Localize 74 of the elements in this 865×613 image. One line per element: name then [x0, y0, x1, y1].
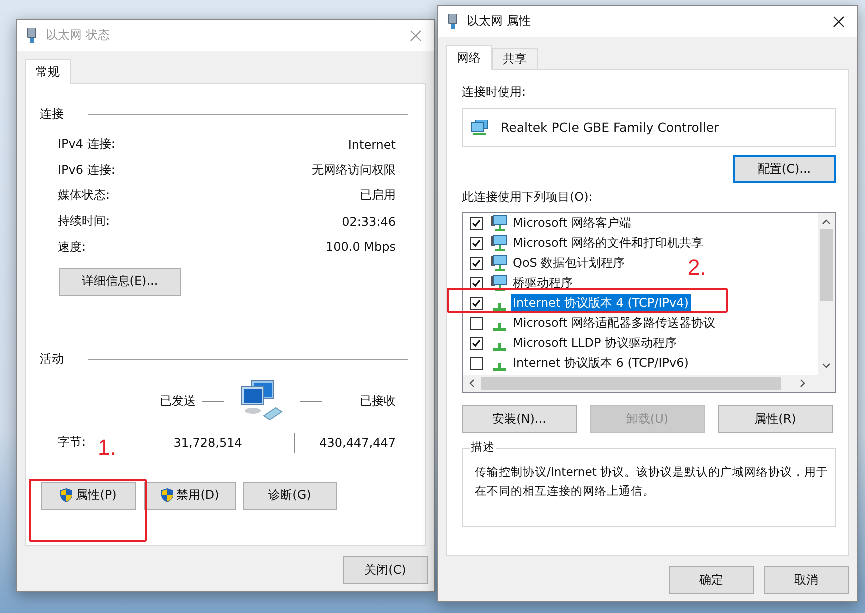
protocol-icon	[493, 302, 506, 310]
scroll-left-icon[interactable]	[469, 379, 475, 388]
field-value: 无网络访问权限	[312, 162, 396, 179]
window-title: 以太网 属性	[467, 13, 532, 30]
description-text: 传输控制协议/Internet 协议。该协议是默认的广域网络协议，用于在不同的相互连接的网络上通信。	[475, 464, 829, 500]
list-item[interactable]: 桥驱动程序	[511, 274, 575, 292]
field-label: 媒体状态:	[58, 187, 110, 204]
scroll-up-icon[interactable]	[822, 219, 831, 225]
ethernet-plug-icon	[448, 14, 458, 30]
shield-icon	[60, 488, 74, 504]
checkbox[interactable]	[470, 316, 483, 330]
computer-network-icon	[490, 234, 508, 252]
checkbox[interactable]	[470, 296, 483, 310]
shield-icon	[160, 488, 174, 504]
computer-network-icon	[490, 214, 508, 232]
dialog-button[interactable]: 取消	[764, 566, 849, 594]
connect-using-label: 连接时使用:	[462, 84, 528, 101]
close-icon[interactable]	[833, 16, 845, 28]
action-button[interactable]: 属性(P)	[41, 482, 136, 510]
list-item[interactable]: Microsoft LLDP 协议驱动程序	[511, 334, 680, 352]
list-item[interactable]: Internet 协议版本 4 (TCP/IPv4)	[511, 294, 691, 312]
group-heading: 描述	[470, 440, 496, 455]
scroll-down-icon[interactable]	[822, 363, 831, 369]
scroll-right-icon[interactable]	[800, 379, 806, 388]
step-number: 2.	[688, 255, 706, 281]
checkbox[interactable]	[470, 256, 483, 270]
protocol-icon	[493, 342, 506, 350]
received-label: 已接收	[360, 393, 396, 410]
configure-button[interactable]: 配置(C)...	[733, 155, 836, 183]
item-button[interactable]: 属性(R)	[718, 405, 833, 433]
section-heading: 连接	[40, 106, 64, 123]
computer-network-icon	[490, 254, 508, 272]
received-bytes: 430,447,447	[320, 436, 396, 450]
items-label: 此连接使用下列项目(O):	[462, 189, 594, 206]
dialog-button[interactable]: 确定	[669, 566, 754, 594]
checkbox[interactable]	[470, 336, 483, 350]
tab[interactable]: 网络	[446, 45, 492, 70]
list-item[interactable]: QoS 数据包计划程序	[511, 254, 628, 272]
field-label: IPv4 连接:	[58, 136, 116, 154]
list-item[interactable]: Microsoft 网络适配器多路传送器协议	[511, 314, 718, 332]
field-value: 100.0 Mbps	[326, 240, 396, 254]
action-button[interactable]: 禁用(D)	[144, 482, 236, 510]
field-value: 02:33:46	[342, 214, 396, 229]
network-adapter-icon	[471, 120, 489, 136]
bytes-label: 字节:	[58, 434, 86, 452]
item-button[interactable]: 安装(N)...	[462, 405, 577, 433]
field-label: 速度:	[58, 238, 86, 256]
adapter-field: Realtek PCIe GBE Family Controller	[462, 108, 836, 147]
sent-bytes: 31,728,514	[172, 436, 244, 450]
window-title: 以太网 状态	[46, 27, 111, 44]
field-label: 持续时间:	[58, 213, 110, 230]
list-item[interactable]: Microsoft 网络客户端	[511, 214, 634, 232]
action-button[interactable]: 诊断(G)	[243, 482, 337, 510]
details-button[interactable]: 详细信息(E)...	[59, 268, 181, 296]
list-item[interactable]: Internet 协议版本 6 (TCP/IPv6)	[511, 354, 691, 372]
tab[interactable]: 共享	[492, 48, 538, 69]
checkbox[interactable]	[470, 276, 483, 290]
step-number: 1.	[98, 435, 116, 461]
protocol-icon	[493, 362, 506, 370]
tab[interactable]: 常规	[25, 59, 71, 84]
computer-network-icon	[490, 274, 508, 292]
checkbox[interactable]	[470, 356, 483, 370]
close-button[interactable]: 关闭(C)	[343, 556, 428, 584]
ethernet-plug-icon	[27, 28, 37, 44]
field-value: 已启用	[360, 187, 396, 204]
sent-label: 已发送	[160, 393, 196, 410]
field-value: Internet	[348, 138, 396, 152]
checkbox[interactable]	[470, 236, 483, 250]
list-item[interactable]: Microsoft 网络的文件和打印机共享	[511, 234, 706, 252]
field-label: IPv6 连接:	[58, 162, 116, 179]
vertical-scrollbar[interactable]	[818, 213, 835, 375]
checkbox[interactable]	[470, 216, 483, 230]
protocol-icon	[493, 322, 506, 330]
section-heading: 活动	[40, 350, 64, 368]
